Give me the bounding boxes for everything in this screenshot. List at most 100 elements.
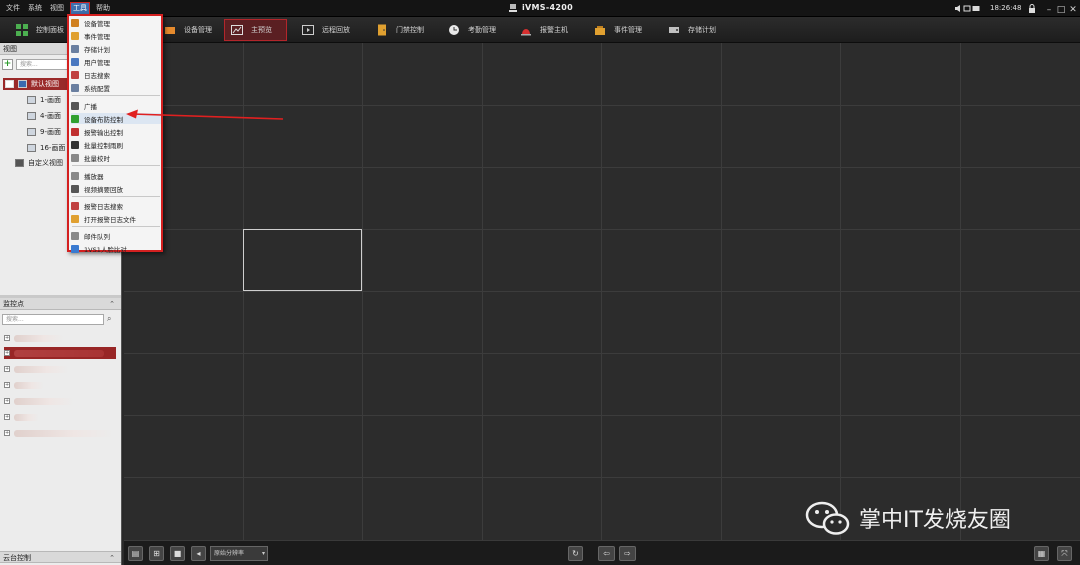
tree-custom-view[interactable]: 自定义视图 (15, 157, 63, 169)
camera-group-item[interactable]: + (4, 411, 116, 423)
menu-separator (72, 226, 160, 227)
expand-up-icon[interactable]: ⌃ (109, 552, 115, 564)
toolbar-label: 门禁控制 (396, 26, 424, 34)
selected-video-cell[interactable] (243, 229, 362, 291)
toolbar-remote-playback[interactable]: 远程回放 (296, 19, 356, 41)
camera-group-item[interactable]: + (4, 363, 116, 375)
alarm-sound-icon[interactable] (954, 4, 962, 13)
menu-item-label: 日志搜索 (84, 71, 110, 80)
menu-view[interactable]: 视图 (48, 3, 66, 14)
menu-item-video-summary-playback[interactable]: 视频摘要回放 (71, 183, 161, 194)
time-sync-icon (71, 153, 79, 162)
clock: 18:26:48 (990, 4, 1022, 12)
arming-control-icon (71, 114, 79, 123)
toolbar-label: 事件管理 (614, 26, 642, 34)
live-view-icon (231, 25, 243, 35)
stop-all-icon[interactable]: ■ (170, 546, 185, 561)
stream-resolution-select[interactable]: 原始分辨率 ▾ (210, 546, 268, 561)
menu-item-log-search[interactable]: 日志搜索 (71, 69, 161, 80)
toolbar-main-view[interactable]: 主预览 (224, 19, 287, 41)
menu-item-alarm-output-control[interactable]: 报警输出控制 (71, 126, 161, 137)
select-value: 原始分辨率 (214, 550, 245, 557)
chevron-down-icon: ▾ (261, 550, 265, 557)
cpu-icon[interactable] (963, 4, 971, 13)
dashboard-icon (16, 24, 28, 36)
network-icon[interactable] (972, 4, 980, 13)
window-division-icon[interactable]: ⊞ (149, 546, 164, 561)
previous-page-icon[interactable]: ⇦ (598, 546, 615, 561)
tree-layout-16[interactable]: 16-画面 (27, 142, 65, 154)
menu-item-label: 设备管理 (84, 19, 110, 28)
tree-layout-4[interactable]: 4-画面 (27, 110, 61, 122)
menu-item-batch-time-sync[interactable]: 批量校时 (71, 152, 161, 163)
tree-layout-9[interactable]: 9-画面 (27, 126, 61, 138)
wechat-logo-icon (805, 501, 850, 535)
toolbar-control-panel[interactable]: 控制面板 (10, 19, 70, 41)
close-icon[interactable]: ✕ (1067, 4, 1079, 16)
menu-item-user-management[interactable]: 用户管理 (71, 56, 161, 67)
search-icon[interactable]: ⌕ (107, 314, 111, 324)
next-page-icon[interactable]: ⇨ (619, 546, 636, 561)
camera-search-row: 搜索... ⌕ (2, 314, 118, 325)
ptz-panel-header[interactable]: 云台控制 ⌃ (0, 551, 121, 563)
add-view-button[interactable]: + (2, 59, 13, 70)
storage-icon (669, 27, 679, 33)
expand-icon: + (4, 382, 10, 388)
toolbar-storage-schedule[interactable]: 存储计划 (662, 19, 722, 41)
menu-item-batch-wiper-control[interactable]: 批量控制雨刷 (71, 139, 161, 150)
expand-icon: + (4, 350, 10, 356)
toolbar-access-control[interactable]: 门禁控制 (370, 19, 430, 41)
tree-label: 9-画面 (40, 128, 61, 136)
camera-group-item[interactable]: + (4, 347, 116, 359)
video-summary-icon (71, 184, 79, 193)
menu-item-system-config[interactable]: 系统配置 (71, 82, 161, 93)
toolbar-alarm-host[interactable]: 报警主机 (514, 19, 574, 41)
menu-item-label: 事件管理 (84, 32, 110, 41)
menu-item-label: 广播 (84, 102, 97, 111)
lock-icon[interactable] (1028, 4, 1036, 13)
device-icon (165, 27, 175, 34)
menu-item-player[interactable]: 播放器 (71, 170, 161, 181)
toolbar-device-management[interactable]: 设备管理 (158, 19, 218, 41)
expand-icon: + (4, 335, 10, 341)
menu-system[interactable]: 系统 (26, 3, 44, 14)
menu-item-event-management[interactable]: 事件管理 (71, 30, 161, 41)
menu-item-mail-queue[interactable]: 邮件队列 (71, 230, 161, 241)
fullscreen-icon[interactable]: ⤧ (1057, 546, 1072, 561)
menu-item-device-management[interactable]: 设备管理 (71, 17, 161, 28)
toolbar-attendance[interactable]: 考勤管理 (442, 19, 502, 41)
layout-switch-icon[interactable]: ▤ (128, 546, 143, 561)
tree-label: 1-画面 (40, 96, 61, 104)
refresh-icon[interactable]: ↻ (568, 546, 583, 561)
toolbar-label: 主预览 (251, 26, 272, 34)
system-config-icon (71, 83, 79, 92)
camera-search-input[interactable]: 搜索... (2, 314, 104, 325)
toolbar-event-management[interactable]: 事件管理 (588, 19, 648, 41)
menu-file[interactable]: 文件 (4, 3, 22, 14)
menu-item-alarm-log-search[interactable]: 报警日志搜索 (71, 200, 161, 211)
tree-label: 默认视图 (31, 80, 59, 88)
redacted-label (14, 349, 104, 357)
menu-item-open-alarm-log-file[interactable]: 打开报警日志文件 (71, 213, 161, 224)
layout-9-icon (27, 128, 36, 136)
minimize-icon[interactable]: – (1043, 4, 1055, 16)
screen-mode-icon[interactable]: ▦ (1034, 546, 1049, 561)
camera-group-item[interactable]: + (4, 395, 116, 407)
volume-icon[interactable]: ◂ (191, 546, 206, 561)
camera-group-item[interactable]: + (4, 332, 116, 344)
app-logo-icon (509, 4, 517, 12)
annotation-arrow (126, 109, 284, 120)
camera-group-item[interactable]: + (4, 379, 116, 391)
maximize-icon[interactable]: □ (1055, 4, 1067, 16)
menu-item-label: 视频摘要回放 (84, 185, 123, 194)
collapse-up-icon[interactable]: ⌃ (109, 298, 115, 310)
toolbar-label: 控制面板 (36, 26, 64, 34)
camera-group-item[interactable]: + (4, 427, 116, 439)
menu-help[interactable]: 帮助 (94, 3, 112, 14)
app-title: iVMS-4200 (522, 3, 573, 12)
menu-item-storage-schedule[interactable]: 存储计划 (71, 43, 161, 54)
tree-layout-1[interactable]: 1-画面 (27, 94, 61, 106)
storage-plan-icon (71, 44, 79, 53)
menu-item-face-comparison[interactable]: 1VS1人脸比对 (71, 243, 161, 254)
redacted-label (14, 365, 69, 373)
